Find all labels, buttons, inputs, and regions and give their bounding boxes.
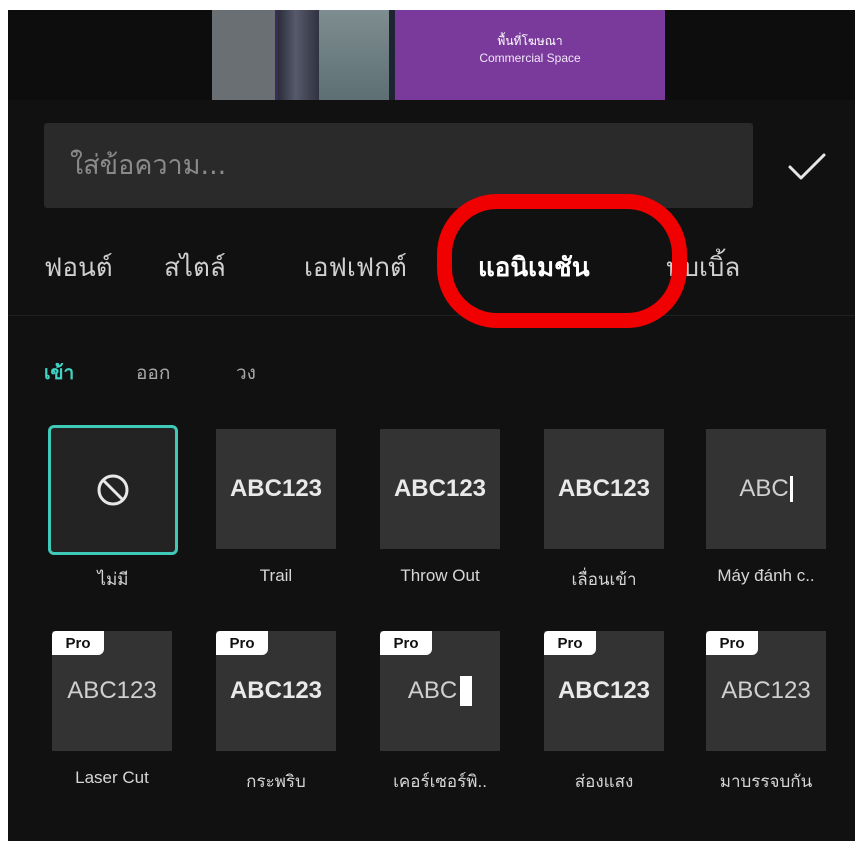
animation-label: เคอร์เซอร์พิ.. [393,772,487,791]
subtab-in[interactable]: เข้า [44,358,74,388]
window-graphic [319,10,395,100]
tab-effects[interactable]: เอฟเฟกต์ [304,242,407,294]
sign-thai-text: พื้นที่โฆษณา [497,34,563,48]
animation-label: กระพริบ [246,772,306,791]
animation-tile-laser-cut[interactable]: Pro ABC123 [52,631,172,751]
main-tab-bar: ฟอนต์ สไตล์ เอฟเฟกต์ แอนิเมชัน บับเบิ้ล [8,242,855,294]
tile-preview-text: ABC123 [229,677,323,704]
sign-english-text: Commercial Space [479,51,581,65]
text-input[interactable]: ใส่ข้อความ... [44,123,753,208]
tile-preview-text: ABC123 [67,677,157,704]
animation-tile-blink[interactable]: Pro ABC123 [216,631,336,751]
animation-tile-typewriter[interactable]: ABC [706,429,826,549]
editor-screen: พื้นที่โฆษณา Commercial Space ใส่ข้อความ… [8,10,855,841]
animation-label: เลื่อนเข้า [571,570,637,589]
checkmark-icon [788,153,826,180]
tab-font[interactable]: ฟอนต์ [44,242,113,294]
animation-label: Trail [259,566,293,585]
animation-label: มาบรรจบกัน [719,772,813,791]
animation-label: Máy đánh c.. [717,566,815,585]
animation-tile-cursor[interactable]: Pro ABC [380,631,500,751]
animation-label: ส่องแสง [574,772,634,791]
tile-preview-text: ABC123 [557,677,651,704]
pro-badge: Pro [380,631,432,655]
video-preview: พื้นที่โฆษณา Commercial Space [8,10,855,100]
subtab-loop[interactable]: วง [236,358,256,388]
animation-tile-shine[interactable]: Pro ABC123 [544,631,664,751]
tab-bubble[interactable]: บับเบิ้ล [666,242,740,294]
tile-preview-text: ABC [407,677,458,704]
animation-label: Laser Cut [75,768,149,787]
door-graphic [275,10,325,100]
cursor-bar [789,476,793,502]
preview-image: พื้นที่โฆษณา Commercial Space [212,10,665,100]
animation-tile-slide-in[interactable]: ABC123 [544,429,664,549]
pro-badge: Pro [52,631,104,655]
tab-animation[interactable]: แอนิเมชัน [478,242,590,294]
animation-label: Throw Out [400,566,480,585]
animation-tile-none[interactable] [48,425,178,555]
tab-style[interactable]: สไตล์ [164,242,226,294]
tile-preview-text: ABC123 [721,677,811,704]
tile-preview-text: ABC [739,475,789,502]
none-icon [97,474,129,506]
subtab-out[interactable]: ออก [136,358,170,388]
confirm-button[interactable] [782,145,832,189]
pro-badge: Pro [544,631,596,655]
cursor-bar [460,676,473,706]
pro-badge: Pro [216,631,268,655]
advertising-sign: พื้นที่โฆษณา Commercial Space [395,10,665,100]
pro-badge: Pro [706,631,758,655]
animation-label: ไม่มี [97,570,129,589]
sub-tab-bar: เข้า ออก วง [8,358,855,388]
animation-tile-throw-out[interactable]: ABC123 [380,429,500,549]
animation-tile-trail[interactable]: ABC123 [216,429,336,549]
tab-divider [8,315,855,316]
animation-tile-converge[interactable]: Pro ABC123 [706,631,826,751]
